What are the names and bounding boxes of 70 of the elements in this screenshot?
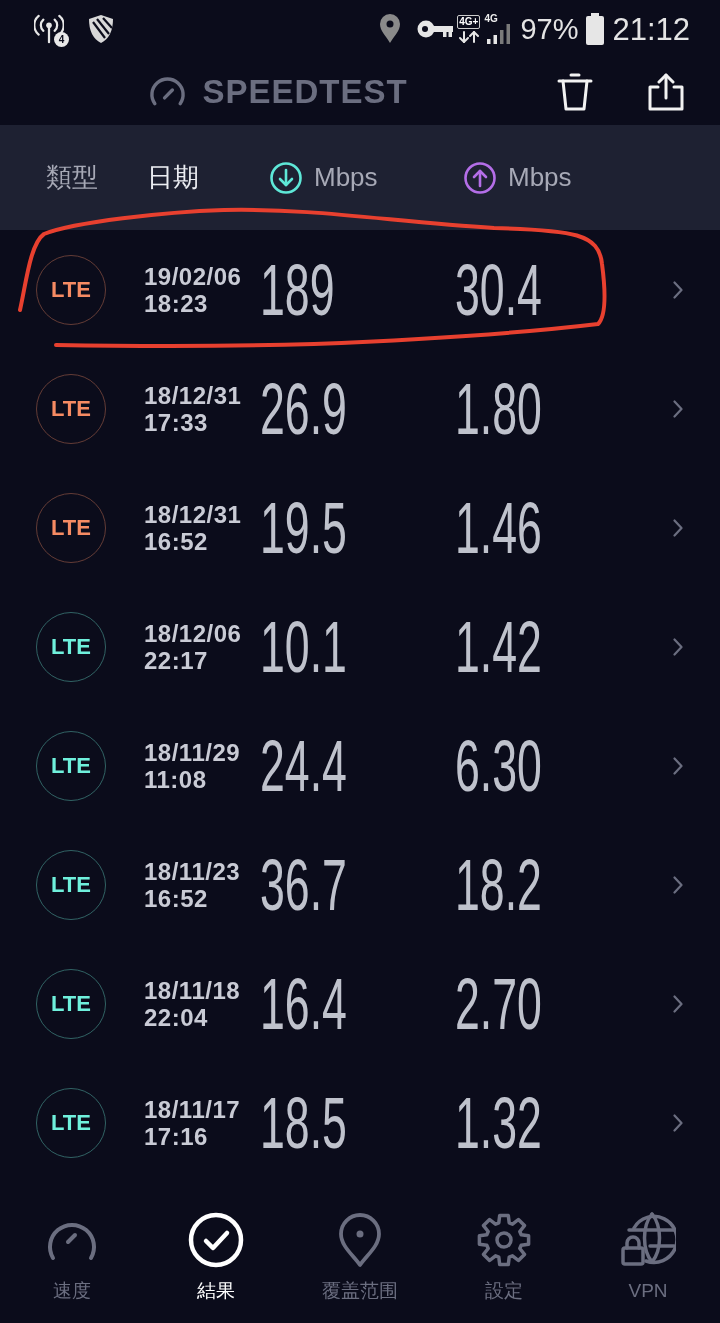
count-badge: 4: [54, 32, 69, 47]
test-date: 18/11/29: [144, 738, 241, 766]
chevron-icon[interactable]: [673, 399, 683, 418]
download-icon: [270, 161, 302, 194]
test-date: 18/11/17: [144, 1095, 241, 1123]
shield-icon: [88, 14, 114, 44]
chevron-icon[interactable]: [673, 1113, 683, 1132]
download-speed: 24.4: [260, 729, 347, 802]
upload-speed: 1.32: [455, 1086, 542, 1159]
test-date: 18/11/23: [144, 857, 241, 885]
settings-icon: [476, 1212, 532, 1268]
test-time: 17:33: [144, 408, 208, 436]
download-speed: 36.7: [260, 848, 347, 921]
nav-tab[interactable]: 設定: [432, 1212, 576, 1323]
test-date: 18/12/31: [144, 381, 242, 409]
clock-time: 21:12: [612, 13, 690, 45]
column-header[interactable]: 日期: [147, 161, 199, 194]
upload-icon: [464, 161, 496, 194]
battery-icon: [586, 13, 605, 45]
upload-speed: 6.30: [455, 729, 542, 802]
chevron-icon[interactable]: [673, 875, 683, 894]
test-date: 18/12/31: [144, 500, 242, 528]
location-pin-icon: [379, 14, 402, 44]
upload-speed: 18.2: [455, 848, 542, 921]
chevron-icon[interactable]: [673, 637, 683, 656]
data-arrows-icon: [457, 31, 480, 43]
upload-speed: 30.4: [455, 253, 542, 326]
chevron-icon[interactable]: [673, 756, 683, 775]
download-speed: 18.5: [260, 1086, 347, 1159]
column-header[interactable]: 類型: [46, 161, 98, 194]
test-time: 16:52: [144, 884, 208, 912]
upload-speed: 1.80: [455, 372, 542, 445]
column-header[interactable]: Mbps: [270, 161, 378, 194]
test-date: 18/11/18: [144, 976, 241, 1004]
nav-tab[interactable]: 覆盖范围: [288, 1212, 432, 1323]
test-time: 16:52: [144, 527, 208, 555]
globe-lock-icon: [620, 1212, 676, 1268]
column-header[interactable]: Mbps: [464, 161, 572, 194]
nav-tab[interactable]: 結果: [144, 1212, 288, 1323]
key-icon: [417, 19, 454, 39]
battery-percent: 97%: [520, 14, 579, 44]
upload-speed: 1.46: [455, 491, 542, 564]
trash-icon[interactable]: [557, 72, 593, 111]
chevron-icon[interactable]: [673, 280, 683, 299]
signal-type-label: 4G: [484, 14, 498, 24]
network-type-label: 4G+: [457, 15, 481, 29]
signal-bars-icon: [486, 24, 513, 44]
chevron-icon[interactable]: [673, 994, 683, 1013]
upload-speed: 2.70: [455, 967, 542, 1040]
test-time: 22:04: [144, 1003, 208, 1031]
nav-tab[interactable]: VPN: [576, 1212, 720, 1323]
test-date: 19/02/06: [144, 262, 242, 290]
download-speed: 16.4: [260, 967, 347, 1040]
share-icon[interactable]: [648, 72, 684, 111]
test-time: 18:23: [144, 289, 208, 317]
download-speed: 10.1: [260, 610, 347, 683]
nav-tab[interactable]: 速度: [0, 1212, 144, 1323]
test-time: 22:17: [144, 646, 208, 674]
upload-speed: 1.42: [455, 610, 542, 683]
download-speed: 19.5: [260, 491, 347, 564]
check-circle-icon: [188, 1212, 244, 1268]
download-speed: 189: [260, 253, 335, 326]
test-time: 11:08: [144, 765, 207, 793]
download-speed: 26.9: [260, 372, 347, 445]
app-title: SPEEDTEST: [202, 75, 408, 108]
gauge-icon: [149, 76, 187, 107]
antenna-icon: [34, 14, 64, 44]
test-time: 17:16: [144, 1122, 208, 1150]
chevron-icon[interactable]: [673, 518, 683, 537]
test-date: 18/12/06: [144, 619, 242, 647]
